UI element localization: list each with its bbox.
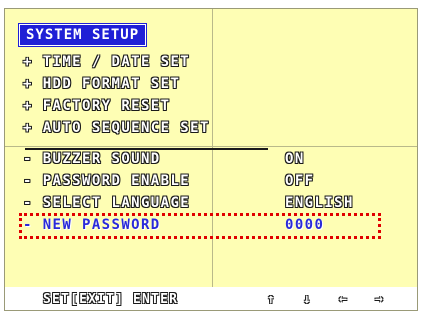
crosshair-horizontal	[5, 146, 417, 147]
menu-item-auto-sequence-set[interactable]: + AUTO SEQUENCE SET	[23, 118, 210, 138]
select-language-value[interactable]: ENGLISH	[285, 193, 354, 213]
menu-title: SYSTEM SETUP	[17, 23, 148, 47]
set-exit-key[interactable]: SET[EXIT]	[43, 287, 124, 310]
menu-item-label: AUTO SEQUENCE SET	[42, 120, 210, 136]
menu-item-label: PASSWORD ENABLE	[42, 173, 191, 189]
menu-item-password-enable[interactable]: - PASSWORD ENABLE OFF	[23, 171, 313, 191]
down-arrow-icon[interactable]: ↓	[303, 287, 312, 310]
menu-item-factory-reset[interactable]: + FACTORY RESET	[23, 96, 170, 116]
expand-bullet: +	[23, 120, 33, 136]
option-bullet: -	[23, 173, 33, 189]
menu-item-label: SELECT LANGUAGE	[42, 195, 191, 211]
option-bullet: -	[23, 195, 33, 211]
menu-item-time-date-set[interactable]: + TIME / DATE SET	[23, 52, 190, 72]
expand-bullet: +	[23, 98, 33, 114]
menu-item-label: HDD FORMAT SET	[42, 76, 181, 92]
crosshair-vertical	[212, 9, 213, 310]
menu-item-buzzer-sound[interactable]: - BUZZER SOUND ON	[23, 149, 303, 169]
menu-item-hdd-format-set[interactable]: + HDD FORMAT SET	[23, 74, 180, 94]
up-arrow-icon[interactable]: ↑	[267, 287, 276, 310]
expand-bullet: +	[23, 54, 33, 70]
osd-screen: SYSTEM SETUP + TIME / DATE SET + HDD FOR…	[4, 8, 418, 311]
selection-highlight	[19, 213, 381, 239]
enter-key[interactable]: ENTER	[133, 287, 178, 310]
password-enable-value[interactable]: OFF	[285, 171, 315, 191]
buzzer-sound-value[interactable]: ON	[285, 149, 305, 169]
expand-bullet: +	[23, 76, 33, 92]
option-bullet: -	[23, 151, 33, 167]
menu-item-select-language[interactable]: - SELECT LANGUAGE ENGLISH	[23, 193, 352, 213]
menu-item-label: BUZZER SOUND	[42, 151, 161, 167]
left-arrow-icon[interactable]: ←	[339, 287, 348, 310]
menu-item-label: TIME / DATE SET	[42, 54, 191, 70]
footer-bar: SET[EXIT] ENTER ↑ ↓ ← →	[5, 287, 417, 310]
right-arrow-icon[interactable]: →	[375, 287, 384, 310]
menu-item-label: FACTORY RESET	[42, 98, 171, 114]
